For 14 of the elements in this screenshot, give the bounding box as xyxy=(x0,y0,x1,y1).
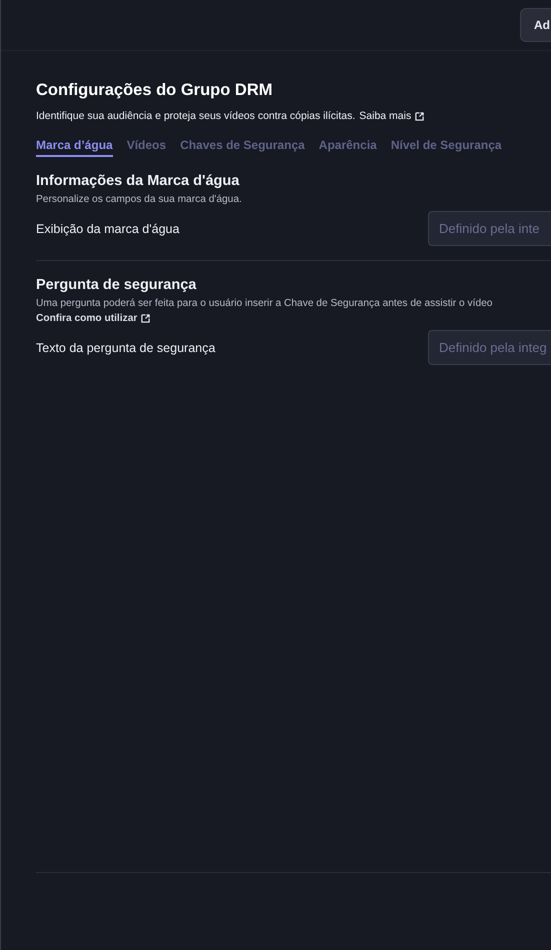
section-description: Uma pergunta poderá ser feita para o usuário inserir a Chave de Segurança antes de assistir o vídeo xyxy=(36,298,494,309)
tab[interactable]: Marca d’água xyxy=(36,138,113,157)
field-label: Texto da pergunta de segurança xyxy=(36,340,216,354)
section-heading: Informações da Marca d'água xyxy=(36,173,240,189)
header-button[interactable]: Ad xyxy=(520,8,551,42)
field-label: Exibição da marca d'água xyxy=(36,222,180,236)
section-heading: Pergunta de segurança xyxy=(36,277,198,293)
section-description: Personalize os campos da sua marca d'água. xyxy=(36,194,243,205)
external-link-icon xyxy=(141,314,150,323)
learn-more-link[interactable]: Saiba mais xyxy=(359,110,412,122)
subtitle: Identifique sua audiência e proteja seus vídeos contra cópias ilícitas. xyxy=(36,110,356,122)
page-title: Configurações do Grupo DRM xyxy=(36,81,274,100)
how-to-use-link[interactable]: Confira como utilizar xyxy=(36,313,138,324)
external-link-icon xyxy=(415,112,424,120)
